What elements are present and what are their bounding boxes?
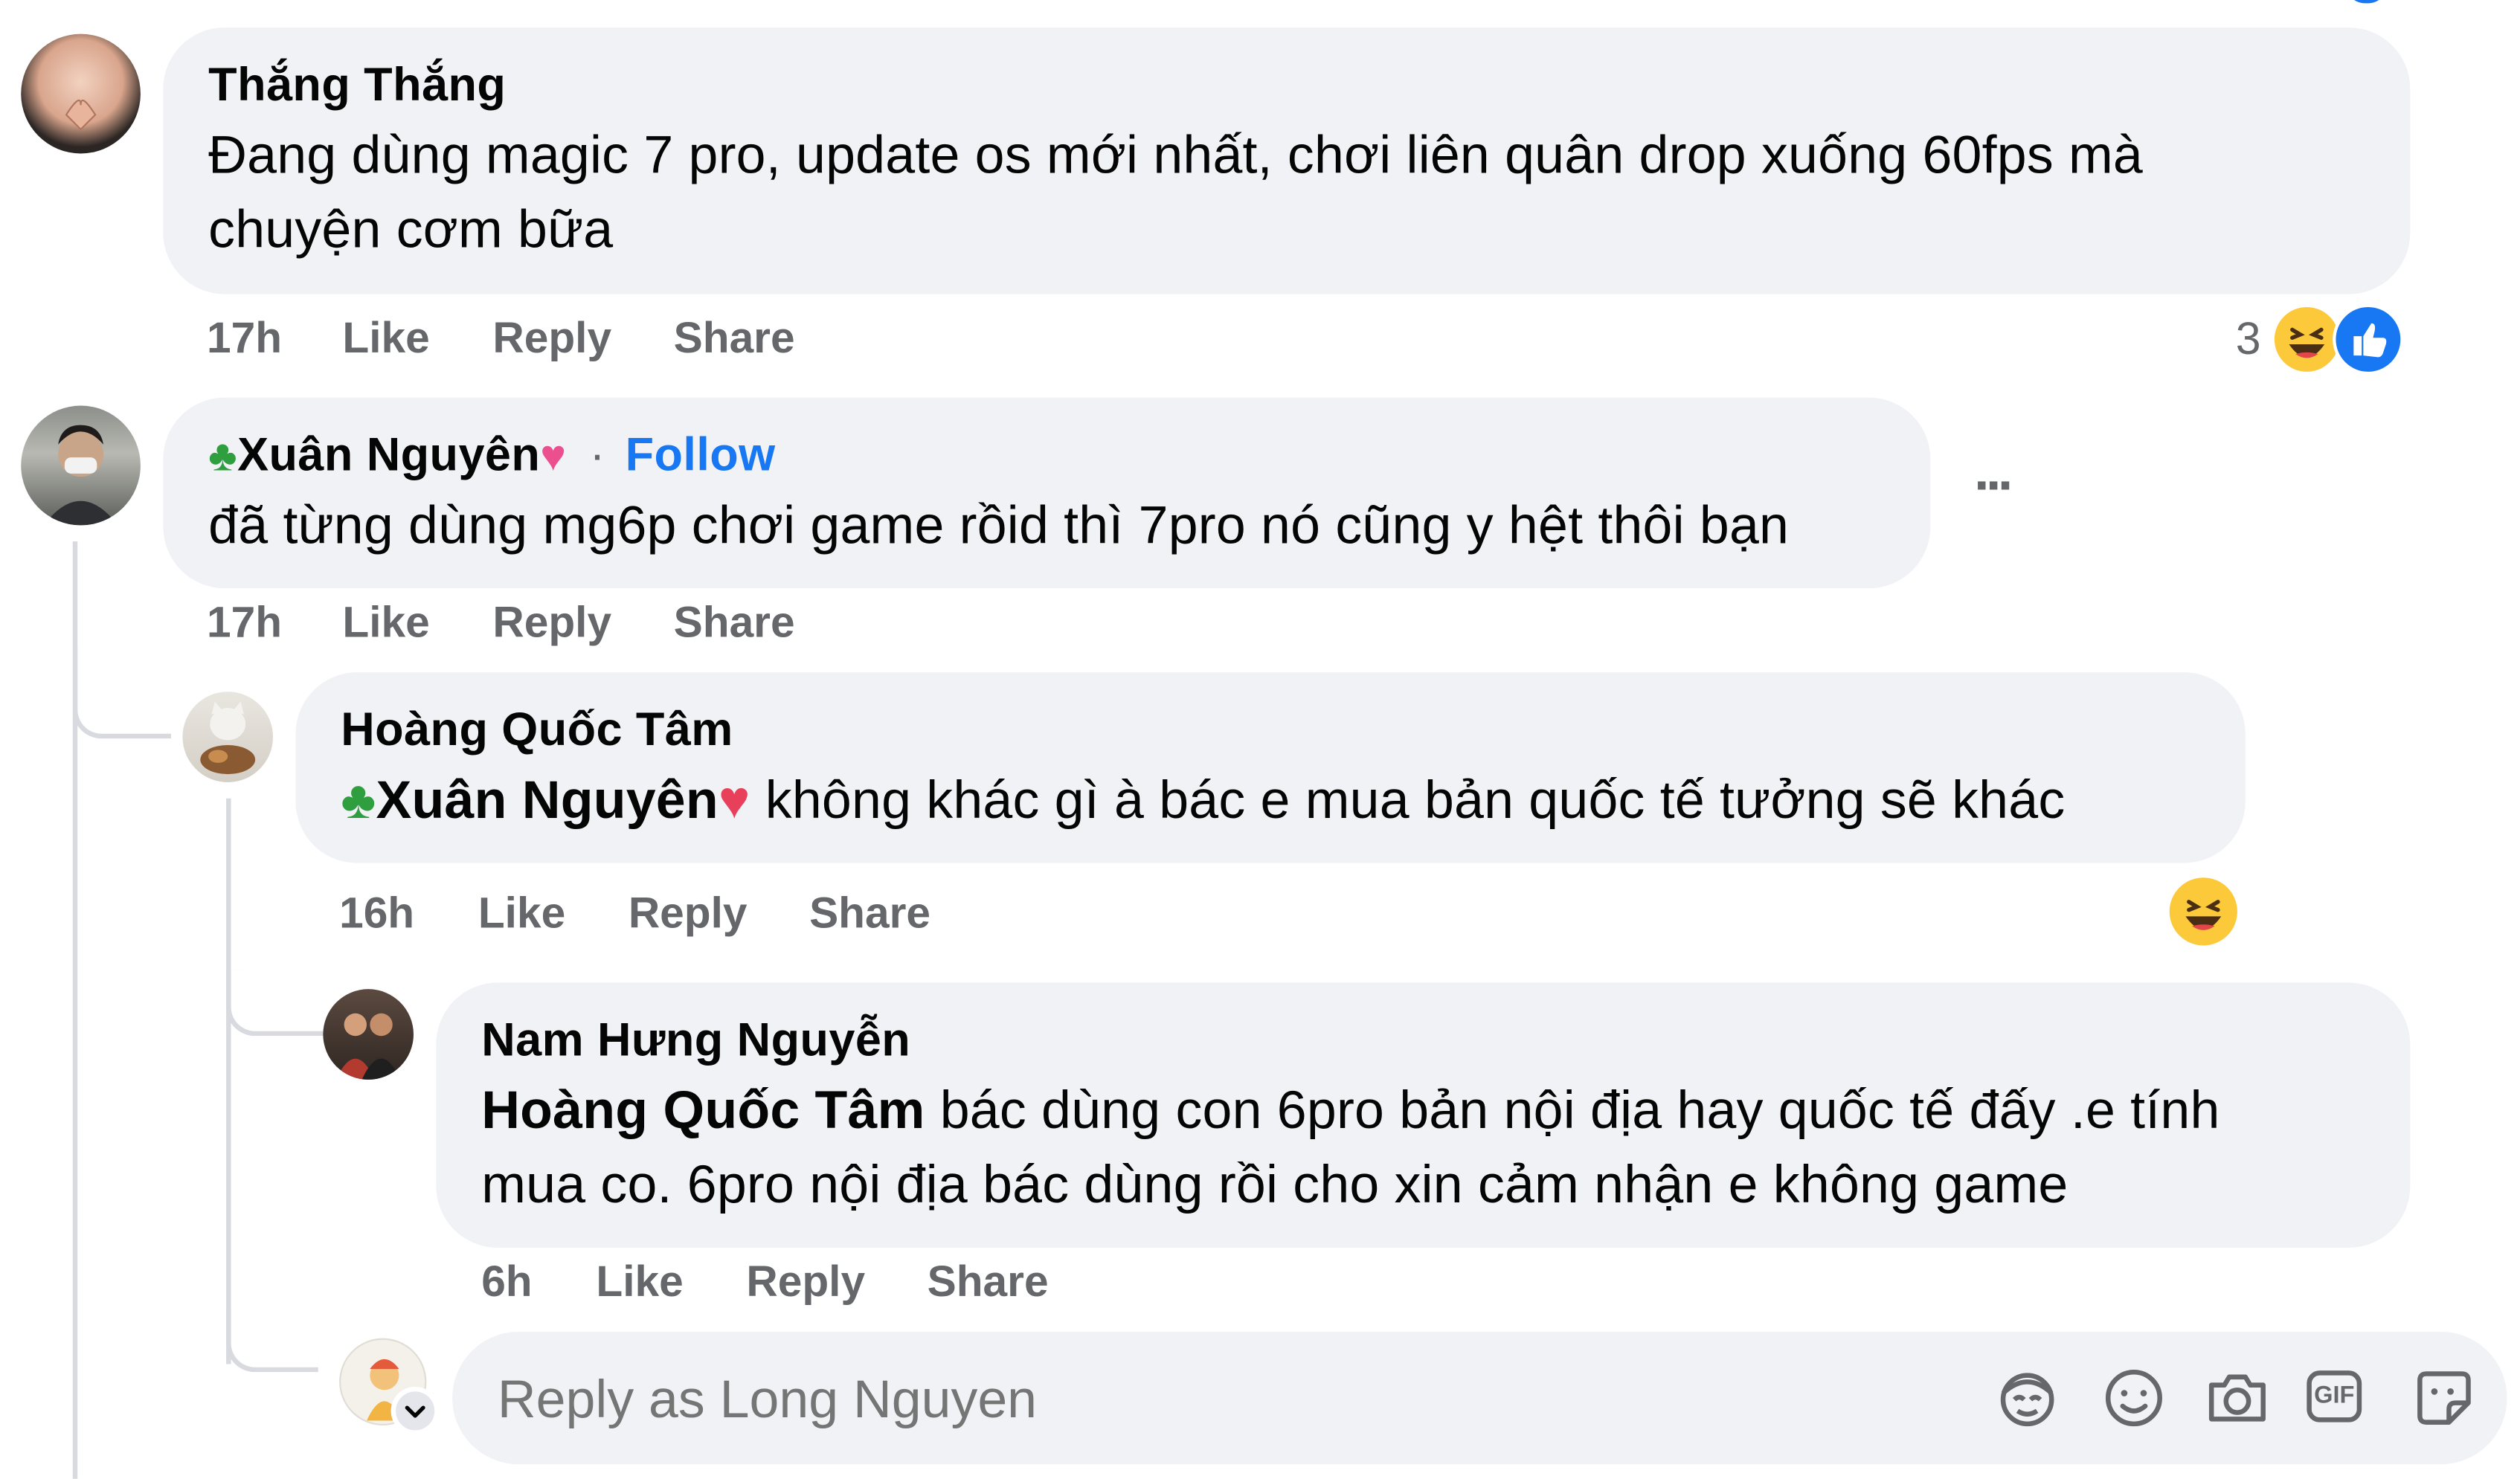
reaction-count: 3 [2235,313,2261,364]
share-button[interactable]: Share [674,314,795,364]
share-button[interactable]: Share [674,598,795,648]
comment-text: không khác gì à bác e mua bản quốc tế tư… [750,769,2066,830]
comment-timestamp[interactable]: 17h [207,314,282,364]
comment-text-line: ♣Xuân Nguyên♥ không khác gì à bác e mua … [341,763,2065,837]
more-options-button[interactable]: ··· [1974,456,2016,519]
mention-link[interactable]: Hoàng Quốc Tâm [481,1080,925,1139]
thread-connector-level1 [72,646,172,739]
sparkling-heart-icon: ♥ [540,431,567,480]
composer-tools: GIF [1990,1361,2475,1435]
reply-button[interactable]: Reply [629,889,748,938]
reply-button[interactable]: Reply [492,314,611,364]
reply-input[interactable] [494,1354,1955,1446]
sparkling-heart-icon: ♥ [718,769,750,830]
comment-text-line: Hoàng Quốc Tâm bác dùng con 6pro bản nội… [481,1073,2220,1147]
mention-link[interactable]: Xuân Nguyên [376,770,719,829]
avatar-sticker-icon[interactable] [1990,1361,2065,1435]
like-button[interactable]: Like [342,314,429,364]
comment-text: Đang dùng magic 7 pro, update os mới nhấ… [208,124,2144,184]
gif-label: GIF [2314,1382,2355,1410]
comment-text: mua co. 6pro nội địa bác dùng rồi cho xi… [481,1153,2069,1214]
comment-thread: Thắng Thắng Đang dùng magic 7 pro, updat… [0,0,2520,1479]
scroll-indicator-dot [2345,0,2388,4]
follow-button[interactable]: Follow [626,430,776,482]
avatar[interactable] [21,405,141,526]
haha-reaction-icon [2271,303,2343,376]
comment-timestamp[interactable]: 17h [207,598,282,648]
comment-author[interactable]: Thắng Thắng [208,59,506,113]
clover-icon: ♣ [208,431,238,480]
thread-connector-level2a [226,970,325,1037]
share-button[interactable]: Share [809,889,930,938]
heart-hands-icon [65,99,97,131]
gif-icon[interactable]: GIF [2307,1370,2362,1422]
comment-text: bác dùng con 6pro bản nội địa hay quốc t… [925,1079,2220,1140]
emoji-icon[interactable] [2097,1361,2171,1435]
follow-separator: · [589,430,605,482]
camera-icon[interactable] [2200,1361,2275,1435]
account-switcher-chevron-icon[interactable] [393,1390,437,1432]
comment-author-line: ♣Xuân Nguyên♥ · Follow [208,430,775,483]
comment-text: đã từng dùng mg6p chơi game rồid thì 7pr… [208,494,1790,555]
like-button[interactable]: Like [342,598,429,648]
avatar[interactable] [323,989,414,1080]
avatar[interactable] [21,33,141,154]
share-button[interactable]: Share [928,1257,1049,1307]
comment-text: chuyện cơm bữa [208,199,614,259]
like-reaction-icon [2333,303,2404,376]
haha-reaction-icon[interactable] [2168,876,2240,947]
avatar[interactable] [182,692,274,782]
reply-button[interactable]: Reply [746,1257,865,1307]
group-photo-icon [335,1013,401,1080]
person-photo-icon [43,425,118,526]
comment-timestamp[interactable]: 6h [481,1257,532,1307]
sticker-icon[interactable] [2407,1361,2481,1435]
like-button[interactable]: Like [478,889,565,938]
reaction-summary[interactable]: 3 [2235,303,2404,376]
thread-line-level2 [226,798,231,1364]
like-button[interactable]: Like [596,1257,683,1307]
comment-author[interactable]: Xuân Nguyên [237,430,540,482]
comment-author[interactable]: Hoàng Quốc Tâm [341,705,733,758]
thread-connector-level2b [226,1309,318,1373]
comment-author[interactable]: Nam Hưng Nguyễn [481,1015,910,1069]
cat-photo-icon [200,701,256,775]
clover-icon: ♣ [341,769,376,830]
reply-button[interactable]: Reply [492,598,611,648]
comment-timestamp[interactable]: 16h [339,889,414,938]
